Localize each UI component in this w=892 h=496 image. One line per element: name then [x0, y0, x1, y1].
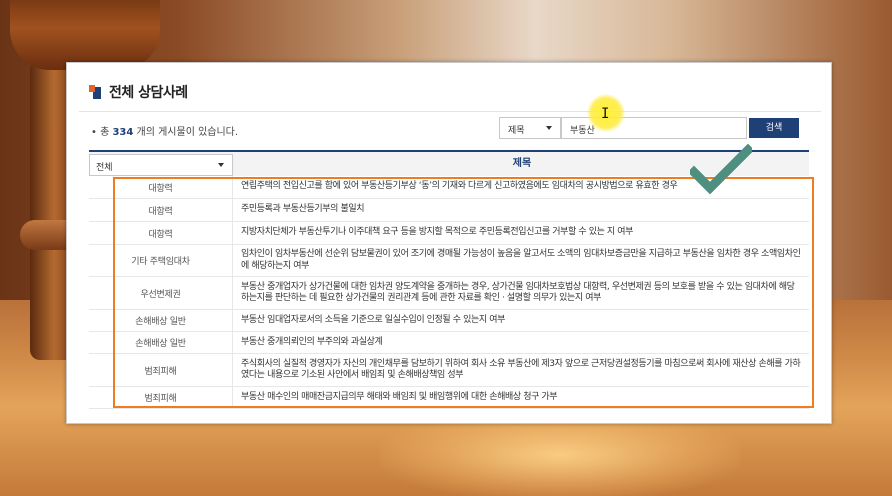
- count-suffix: 개의 게시물이 있습니다.: [133, 127, 239, 138]
- row-title-link[interactable]: 부동산 중개의뢰인의 부주의와 과실상계: [233, 332, 809, 353]
- title-square-icon: [89, 85, 101, 99]
- consultation-panel: 전체 상담사례 • 총 334 개의 게시물이 있습니다. 제목 부동산 검색 …: [66, 62, 832, 424]
- row-category: 대항력: [89, 199, 233, 221]
- search-field-select[interactable]: 제목: [499, 117, 561, 139]
- table-row[interactable]: 기타 주택임대차 임차인이 임차부동산에 선순위 담보물권이 있어 조기에 경매…: [89, 245, 809, 277]
- panel-header: 전체 상담사례: [89, 81, 188, 103]
- row-category: 대항력: [89, 176, 233, 198]
- table-row[interactable]: 손해배상 일반 부동산 임대업자로서의 소득을 기준으로 일실수입이 인정될 수…: [89, 310, 809, 332]
- search-query-text: 부동산: [570, 126, 595, 136]
- chevron-down-icon: [546, 126, 552, 130]
- row-title-link[interactable]: 부동산 매수인의 매매잔금지급의무 해태와 배임죄 및 배임행위에 대한 손해배…: [233, 387, 809, 408]
- search-field-value: 제목: [508, 126, 525, 136]
- row-category: 손해배상 일반: [89, 310, 233, 331]
- row-title-link[interactable]: 연립주택의 전입신고를 함에 있어 부동산등기부상 ‘동’의 기재와 다르게 신…: [233, 176, 809, 198]
- row-category: 범죄피해: [89, 387, 233, 408]
- row-title-link[interactable]: 임차인이 임차부동산에 선순위 담보물권이 있어 조기에 경매될 가능성이 높음…: [233, 245, 809, 276]
- row-category: 기타 주택임대차: [89, 245, 233, 276]
- column-header-title: 제목: [512, 158, 532, 169]
- gavel-head: [10, 0, 160, 70]
- chevron-down-icon: [218, 163, 224, 167]
- row-category: 우선변제권: [89, 277, 233, 309]
- text-cursor-icon: I: [601, 106, 610, 122]
- table-row[interactable]: 범죄피해 주식회사의 실질적 경영자가 자신의 개인채무를 담보하기 위하여 회…: [89, 354, 809, 387]
- category-select-value: 전체: [96, 163, 113, 173]
- row-title-link[interactable]: 지방자치단체가 부동산투기나 이주대책 요구 등을 방지할 목적으로 주민등록전…: [233, 222, 809, 244]
- row-title-link[interactable]: 부동산 임대업자로서의 소득을 기준으로 일실수입이 인정될 수 있는지 여부: [233, 310, 809, 331]
- table-row[interactable]: 대항력 연립주택의 전입신고를 함에 있어 부동산등기부상 ‘동’의 기재와 다…: [89, 176, 809, 199]
- row-category: 범죄피해: [89, 354, 233, 386]
- table-row[interactable]: 대항력 주민등록과 부동산등기부의 불일치: [89, 199, 809, 222]
- table-header: 전체 제목: [89, 150, 809, 176]
- table-row[interactable]: 대항력 지방자치단체가 부동산투기나 이주대책 요구 등을 방지할 목적으로 주…: [89, 222, 809, 245]
- case-list: 대항력 연립주택의 전입신고를 함에 있어 부동산등기부상 ‘동’의 기재와 다…: [89, 176, 809, 409]
- row-title-link[interactable]: 주식회사의 실질적 경영자가 자신의 개인채무를 담보하기 위하여 회사 소유 …: [233, 354, 809, 386]
- table-row[interactable]: 우선변제권 부동산 중개업자가 상가건물에 대한 임차권 양도계약을 중개하는 …: [89, 277, 809, 310]
- header-divider: [79, 111, 821, 112]
- row-title-link[interactable]: 부동산 중개업자가 상가건물에 대한 임차권 양도계약을 중개하는 경우, 상가…: [233, 277, 809, 309]
- count-number: 334: [112, 127, 134, 138]
- search-button[interactable]: 검색: [749, 118, 799, 138]
- row-category: 손해배상 일반: [89, 332, 233, 353]
- page-title: 전체 상담사례: [109, 85, 188, 101]
- count-prefix: • 총: [91, 127, 113, 138]
- row-category: 대항력: [89, 222, 233, 244]
- post-count: • 총 334 개의 게시물이 있습니다.: [91, 123, 238, 138]
- table-row[interactable]: 범죄피해 부동산 매수인의 매매잔금지급의무 해태와 배임죄 및 배임행위에 대…: [89, 387, 809, 409]
- table-row[interactable]: 손해배상 일반 부동산 중개의뢰인의 부주의와 과실상계: [89, 332, 809, 354]
- row-title-link[interactable]: 주민등록과 부동산등기부의 불일치: [233, 199, 809, 221]
- category-select[interactable]: 전체: [89, 154, 233, 176]
